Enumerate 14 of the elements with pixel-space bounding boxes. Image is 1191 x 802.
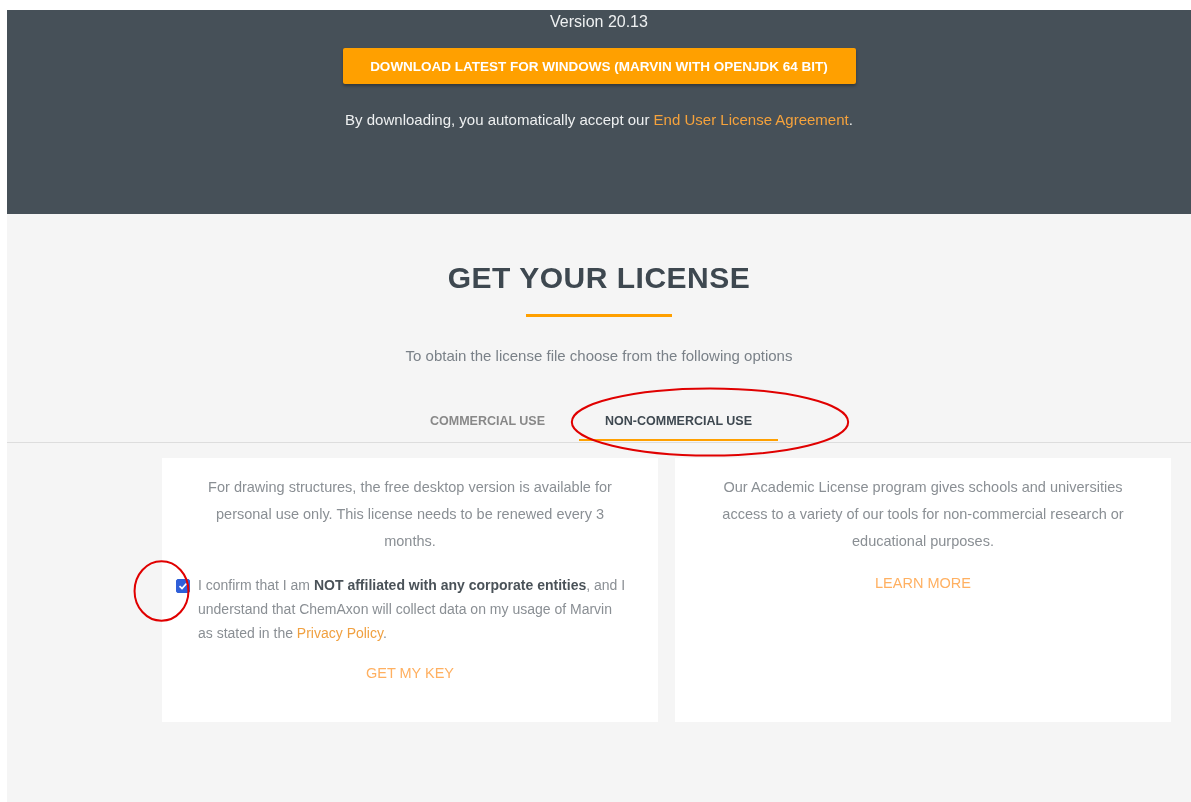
check-icon bbox=[177, 580, 189, 592]
card-description: For drawing structures, the free desktop version is available for personal use only. This license needs to be renewed every 3 months. bbox=[207, 478, 613, 551]
agreement-text: By downloading, you automatically accept our End User License Agreement. bbox=[345, 111, 853, 128]
tab[interactable]: COMMERCIAL USE bbox=[419, 411, 556, 441]
consent-text: I confirm that I am NOT affiliated with any corporate entities, and I understand that ChemAxon will collect data on my usage of Marvin as stated in the Privacy Policy. bbox=[198, 576, 627, 643]
section-title: GET YOUR LICENSE bbox=[447, 261, 751, 295]
get-key-link[interactable]: GET MY KEY bbox=[365, 665, 455, 681]
card-description: Our Academic License program gives schools and universities access to a variety of our tools for non-commercial research or educational purposes. bbox=[721, 478, 1125, 551]
subtitle-text: To obtain the license file choose from the following options bbox=[405, 347, 793, 364]
download-button[interactable]: DOWNLOAD LATEST FOR WINDOWS (MARVIN WITH OPENJDK 64 BIT) bbox=[342, 48, 856, 84]
license-agreement-link[interactable]: End User License Agreement bbox=[653, 111, 849, 128]
learn-more-link[interactable]: LEARN MORE bbox=[875, 575, 971, 591]
privacy-policy-link[interactable]: Privacy Policy bbox=[296, 625, 383, 641]
version-text: Version 20.13 bbox=[550, 13, 648, 31]
